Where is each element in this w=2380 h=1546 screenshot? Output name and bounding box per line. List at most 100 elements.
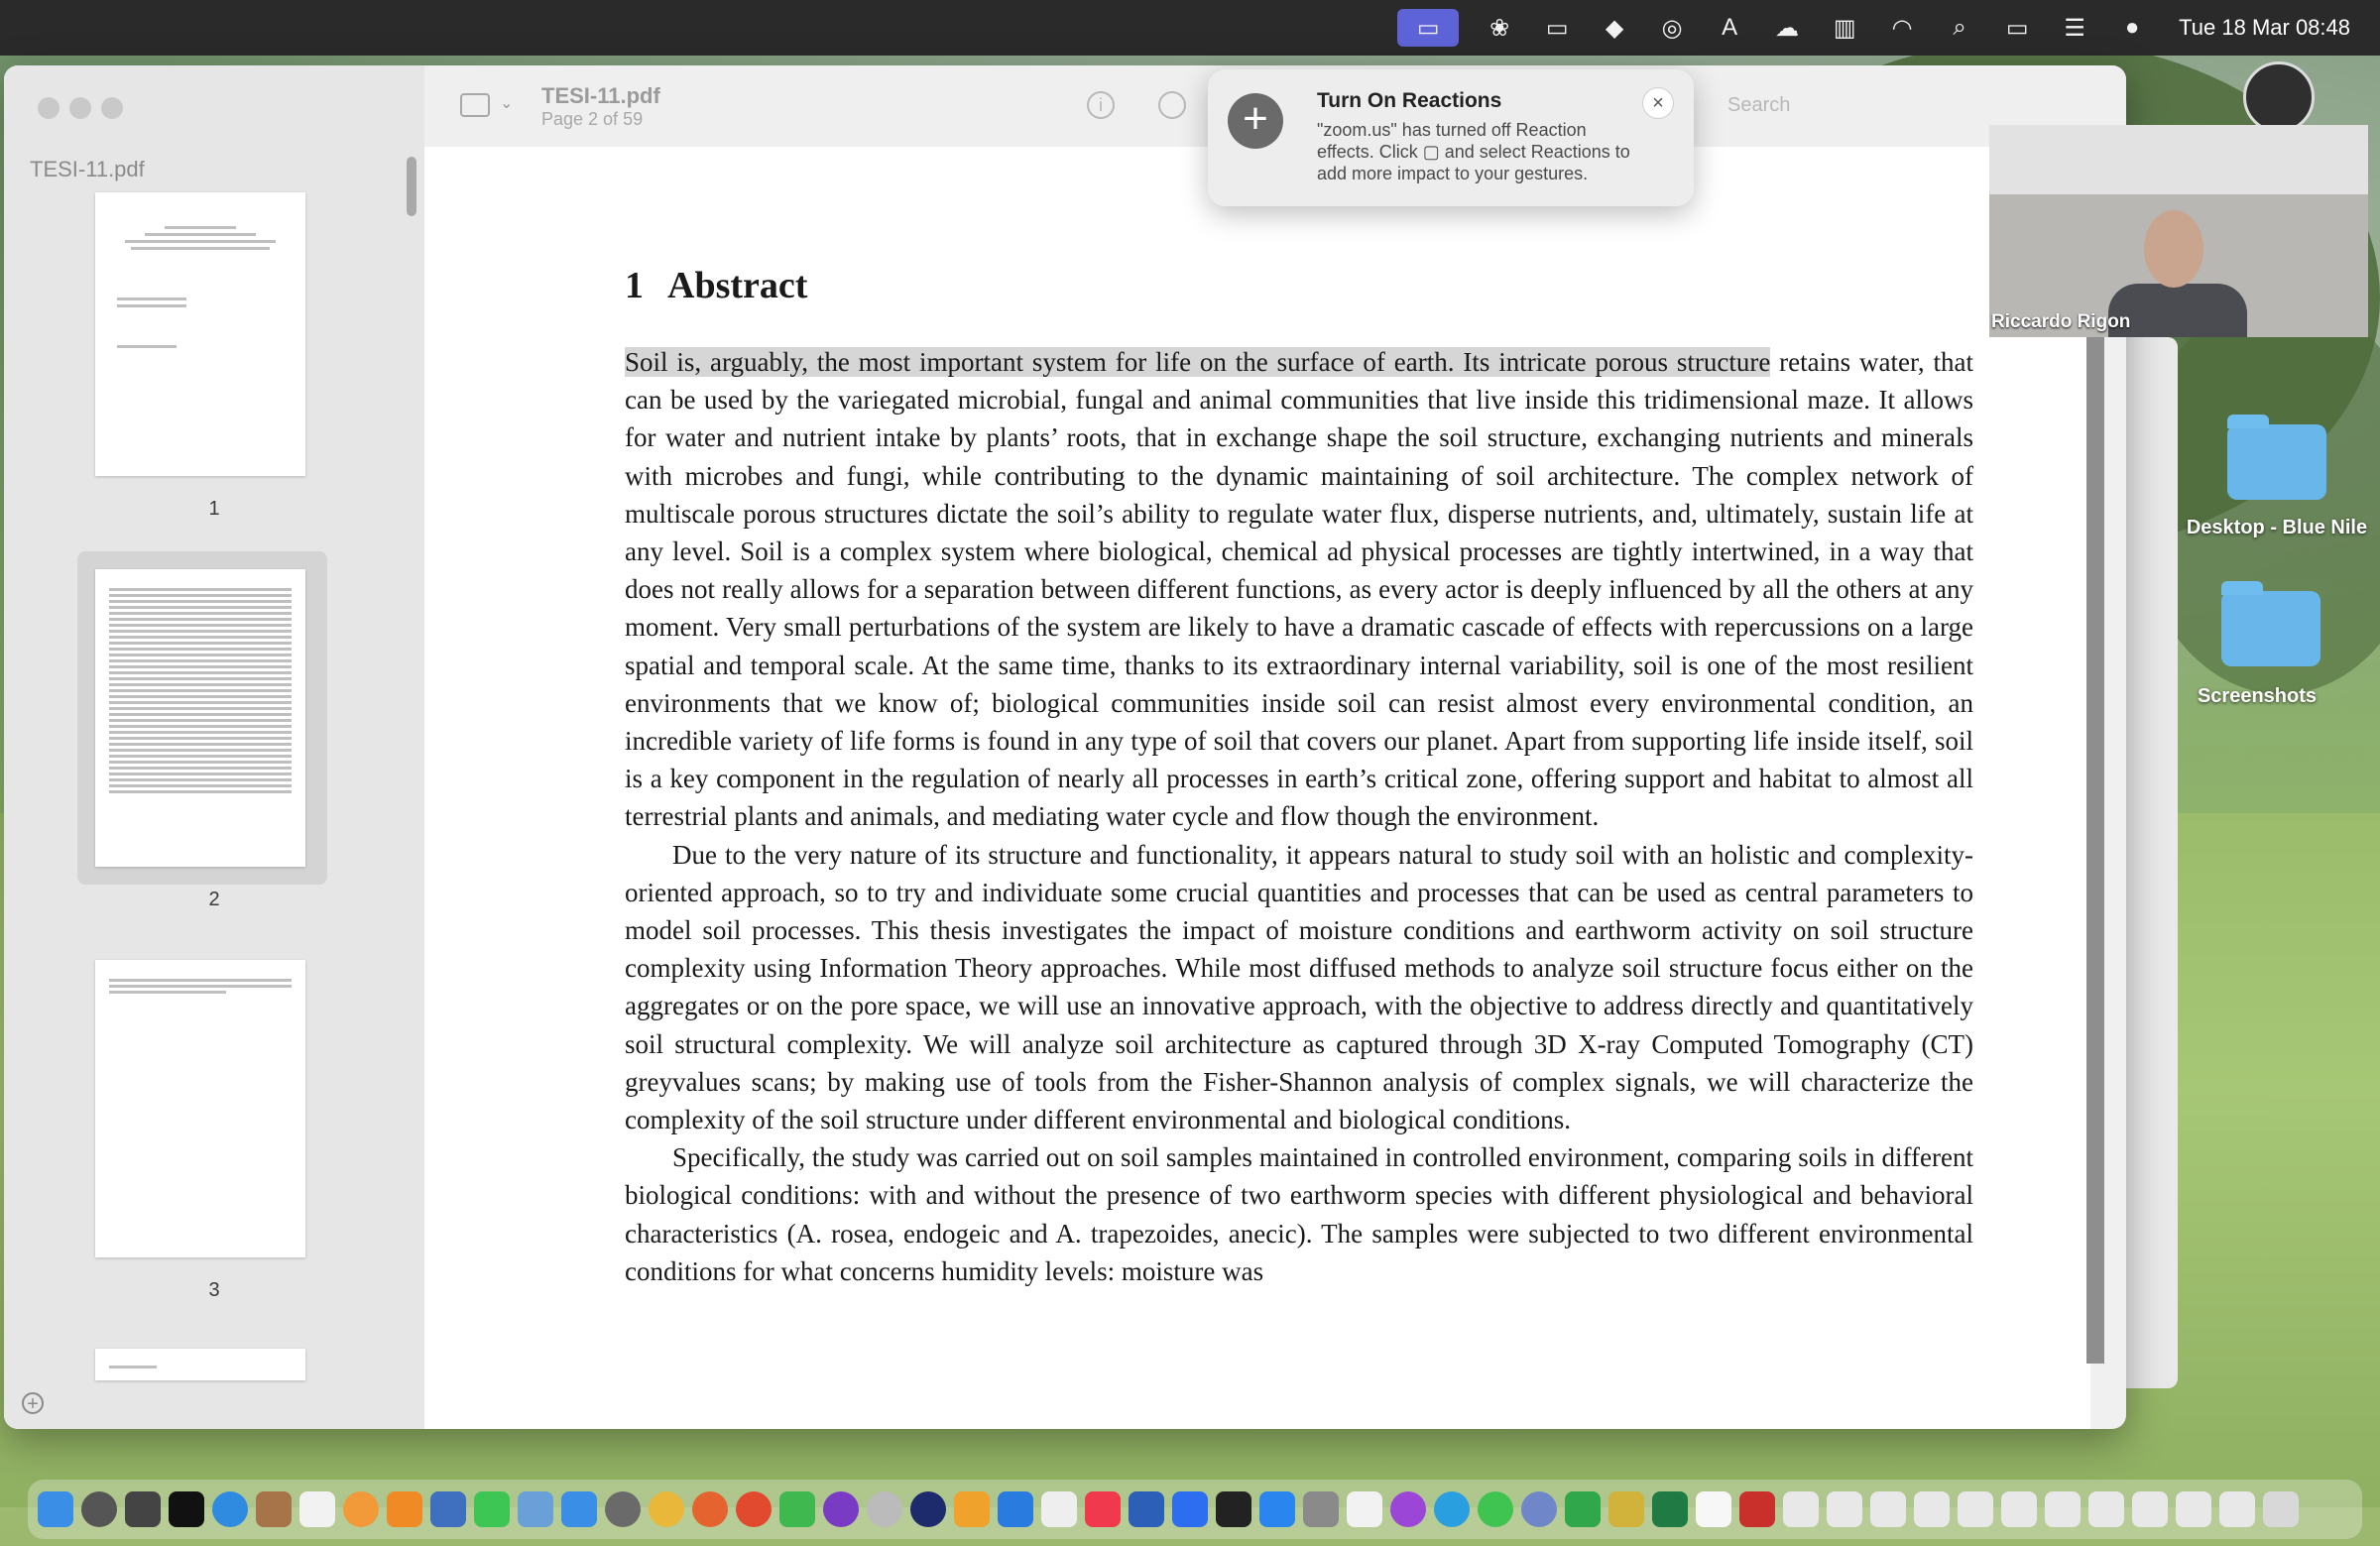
control-center-icon[interactable]: ☰ — [2058, 13, 2091, 43]
notification-title: Turn On Reactions — [1317, 89, 1502, 112]
podcasts-icon[interactable] — [1390, 1491, 1426, 1527]
document-scrollbar[interactable] — [2086, 258, 2104, 1364]
chrome-icon[interactable] — [649, 1491, 684, 1527]
zoom-window-button[interactable] — [101, 97, 123, 119]
minimized-window-icon[interactable] — [2176, 1491, 2211, 1527]
obs-icon[interactable] — [2243, 61, 2315, 133]
sidebar-toggle-icon[interactable] — [460, 93, 490, 117]
trash-icon[interactable] — [2263, 1491, 2299, 1527]
app-icon[interactable] — [867, 1491, 902, 1527]
photos-icon[interactable] — [343, 1491, 379, 1527]
zoom-out-icon[interactable] — [1158, 91, 1186, 119]
app-store-icon[interactable] — [1259, 1491, 1295, 1527]
telegram-icon[interactable] — [1434, 1491, 1470, 1527]
text-icon[interactable]: A — [1713, 13, 1746, 43]
acrobat-icon[interactable] — [1739, 1491, 1775, 1527]
minimized-window-icon[interactable] — [1914, 1491, 1950, 1527]
app-icon[interactable] — [430, 1491, 466, 1527]
mail-icon[interactable] — [561, 1491, 597, 1527]
desktop-folder-label[interactable]: Desktop - Blue Nile — [2178, 516, 2376, 539]
document-view[interactable]: 1 Abstract Soil is, arguably, the most im… — [424, 147, 2090, 1429]
app-icon[interactable] — [1608, 1491, 1644, 1527]
info-icon[interactable]: i — [1087, 91, 1115, 119]
add-page-icon[interactable]: + — [22, 1392, 44, 1414]
whatsapp-icon[interactable] — [1478, 1491, 1513, 1527]
minimized-window-icon[interactable] — [2088, 1491, 2124, 1527]
minimized-window-icon[interactable] — [2001, 1491, 2037, 1527]
page-thumbnail[interactable] — [95, 960, 305, 1257]
keynote-icon[interactable] — [998, 1491, 1033, 1527]
app-icon[interactable] — [1565, 1491, 1601, 1527]
safari-icon[interactable] — [212, 1491, 248, 1527]
slack-icon[interactable] — [1347, 1491, 1382, 1527]
document-icon[interactable] — [1696, 1491, 1731, 1527]
section-number: 1 — [625, 265, 644, 306]
close-window-button[interactable] — [38, 97, 60, 119]
participant-figure — [2144, 210, 2203, 288]
music-icon[interactable] — [1085, 1491, 1121, 1527]
app-icon[interactable] — [736, 1491, 772, 1527]
facetime-icon[interactable] — [474, 1491, 510, 1527]
background-window[interactable] — [2126, 337, 2178, 1388]
sidebar-scrollbar[interactable] — [407, 157, 416, 216]
cloud-icon[interactable]: ☁ — [1770, 13, 1804, 43]
battery-icon[interactable]: ▭ — [2000, 13, 2034, 43]
abstract-paragraph[interactable]: Soil is, arguably, the most important sy… — [625, 343, 1973, 836]
display-icon[interactable]: ▭ — [1540, 13, 1574, 43]
app-icon[interactable] — [1041, 1491, 1077, 1527]
abstract-paragraph[interactable]: Due to the very nature of its structure … — [625, 836, 1973, 1139]
drive-icon[interactable]: ◎ — [1655, 13, 1689, 43]
minimized-window-icon[interactable] — [2132, 1491, 2168, 1527]
desktop-folder-label[interactable]: Screenshots — [2158, 684, 2356, 708]
minimized-window-icon[interactable] — [1958, 1491, 1993, 1527]
search-field[interactable]: Search — [1694, 87, 2025, 123]
app-icon[interactable] — [910, 1491, 946, 1527]
notes-folder-icon[interactable] — [256, 1491, 292, 1527]
terminal-icon[interactable] — [169, 1491, 204, 1527]
reactions-notification[interactable]: + Turn On Reactions "zoom.us" has turned… — [1208, 69, 1694, 206]
podcast-icon[interactable] — [823, 1491, 859, 1527]
zoom-video-tile[interactable] — [1989, 125, 2368, 337]
zoom-reactions-icon[interactable]: ▭ — [1397, 9, 1460, 47]
siri-icon[interactable]: ● — [2115, 13, 2149, 43]
minimized-window-icon[interactable] — [1783, 1491, 1819, 1527]
app-icon[interactable] — [605, 1491, 641, 1527]
add-reaction-icon: + — [1228, 93, 1283, 149]
selected-text[interactable]: Soil is, arguably, the most important sy… — [625, 347, 1771, 377]
page-thumbnail[interactable] — [95, 192, 305, 476]
page-thumbnail[interactable] — [95, 569, 305, 867]
wifi-icon[interactable]: ◠ — [1885, 13, 1919, 43]
settings-icon[interactable] — [81, 1491, 117, 1527]
dropbox-icon[interactable]: ◆ — [1598, 13, 1631, 43]
excel-icon[interactable] — [1652, 1491, 1688, 1527]
evernote-icon[interactable]: ❀ — [1483, 13, 1516, 43]
pages-icon[interactable] — [954, 1491, 990, 1527]
folder-icon[interactable] — [2227, 415, 2326, 500]
minimized-window-icon[interactable] — [1870, 1491, 1906, 1527]
app-icon[interactable] — [1521, 1491, 1557, 1527]
abstract-paragraph[interactable]: Specifically, the study was carried out … — [625, 1138, 1973, 1290]
zoom-icon[interactable] — [1172, 1491, 1208, 1527]
preview-icon[interactable] — [518, 1491, 553, 1527]
firefox-icon[interactable] — [692, 1491, 728, 1527]
chevron-down-icon[interactable]: ⌄ — [500, 93, 513, 113]
minimized-window-icon[interactable] — [2219, 1491, 2255, 1527]
search-icon[interactable]: ⌕ — [1943, 13, 1976, 43]
calendar-icon[interactable] — [299, 1491, 335, 1527]
finder-icon[interactable] — [38, 1491, 73, 1527]
bank-icon[interactable]: ▥ — [1828, 13, 1861, 43]
minimized-window-icon[interactable] — [2045, 1491, 2081, 1527]
app-icon[interactable] — [1303, 1491, 1339, 1527]
page-thumbnail[interactable] — [95, 1349, 305, 1380]
app-icon[interactable] — [1216, 1491, 1251, 1527]
screenshot-icon[interactable] — [125, 1491, 161, 1527]
menu-clock[interactable]: Tue 18 Mar 08:48 — [2179, 15, 2350, 41]
apple-menu-icon[interactable] — [30, 10, 56, 40]
numbers-icon[interactable] — [779, 1491, 815, 1527]
minimized-window-icon[interactable] — [1827, 1491, 1862, 1527]
folder-icon[interactable] — [2221, 581, 2320, 666]
app-icon[interactable] — [1129, 1491, 1164, 1527]
books-icon[interactable] — [387, 1491, 422, 1527]
close-icon[interactable]: × — [1642, 87, 1674, 119]
minimize-window-button[interactable] — [69, 97, 91, 119]
